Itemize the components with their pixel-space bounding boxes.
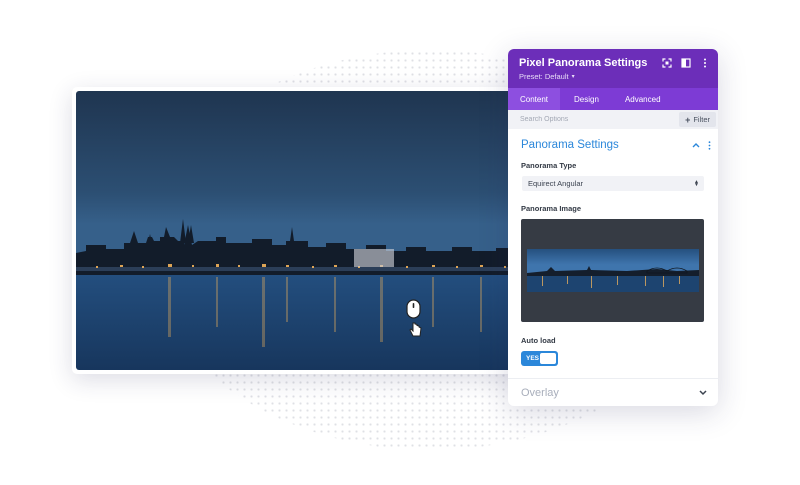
chevron-down-icon[interactable] — [699, 389, 707, 396]
panorama-type-value: Equirect Angular — [528, 179, 584, 188]
toggle-state-label: YES — [526, 355, 540, 362]
select-arrows-icon: ▲ ▼ — [694, 178, 699, 188]
tab-content[interactable]: Content — [508, 88, 561, 110]
chevron-up-icon[interactable] — [692, 142, 700, 148]
panorama-type-select[interactable]: Equirect Angular ▲ ▼ — [522, 176, 704, 191]
filter-button[interactable]: + Filter — [679, 112, 716, 127]
tab-design[interactable]: Design — [560, 88, 611, 110]
auto-load-label: Auto load — [521, 336, 556, 345]
more-vertical-icon[interactable] — [700, 58, 710, 68]
drag-cursor-icon — [406, 299, 422, 337]
settings-panel: Pixel Panorama Settings Preset: Default … — [508, 49, 718, 406]
panorama-preview[interactable] — [72, 87, 524, 374]
search-row: + Filter — [508, 110, 718, 129]
panel-header: Pixel Panorama Settings Preset: Default … — [508, 49, 718, 88]
caret-down-icon: ▾ — [571, 74, 575, 80]
section-more-icon[interactable] — [708, 140, 711, 150]
auto-load-toggle[interactable]: YES — [521, 351, 558, 366]
tab-bar: Content Design Advanced — [508, 88, 718, 110]
overlay-title: Overlay — [521, 386, 559, 399]
preset-label: Preset: Default — [519, 72, 569, 81]
search-options-input[interactable] — [520, 116, 650, 123]
section-title: Panorama Settings — [521, 139, 619, 151]
panorama-settings-section-header[interactable]: Panorama Settings — [508, 129, 718, 161]
panorama-thumbnail — [526, 249, 699, 292]
panorama-image[interactable] — [76, 91, 520, 370]
toggle-knob — [540, 353, 556, 364]
tab-advanced[interactable]: Advanced — [611, 88, 673, 110]
expand-icon[interactable] — [662, 58, 672, 68]
overlay-section-header[interactable]: Overlay — [508, 378, 718, 406]
panorama-type-label: Panorama Type — [521, 161, 577, 170]
plus-icon: + — [685, 114, 691, 125]
panorama-image-upload[interactable] — [521, 219, 704, 322]
panorama-image-label: Panorama Image — [521, 204, 582, 213]
preset-dropdown[interactable]: Preset: Default ▾ — [519, 72, 708, 81]
filter-label: Filter — [693, 115, 710, 124]
split-view-icon[interactable] — [681, 58, 691, 68]
